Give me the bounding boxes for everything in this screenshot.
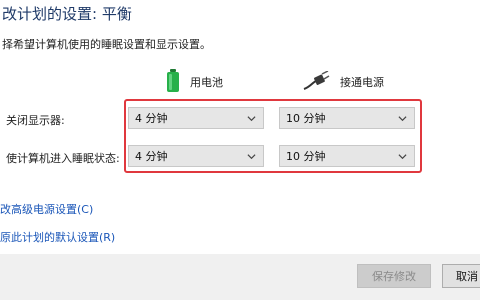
save-changes-button[interactable]: 保存修改	[357, 264, 431, 288]
select-value: 10 分钟	[286, 150, 326, 163]
chevron-down-icon	[247, 115, 256, 121]
column-header-plugged: 接通电源	[302, 69, 384, 94]
chevron-down-icon	[247, 153, 256, 159]
advanced-power-settings-link[interactable]: 改高级电源设置(C)	[0, 201, 93, 217]
sleep-battery-select[interactable]: 4 分钟	[128, 145, 264, 167]
display-off-battery-select[interactable]: 4 分钟	[128, 107, 264, 129]
select-value: 4 分钟	[135, 112, 168, 125]
select-value: 4 分钟	[135, 150, 168, 163]
column-label-plugged: 接通电源	[340, 76, 384, 89]
display-off-plugged-select[interactable]: 10 分钟	[279, 107, 415, 129]
select-value: 10 分钟	[286, 112, 326, 125]
chevron-down-icon	[398, 153, 407, 159]
battery-icon	[166, 68, 180, 96]
display-off-label: 关闭显示器:	[6, 114, 65, 127]
restore-defaults-link[interactable]: 原此计划的默认设置(R)	[0, 229, 115, 245]
power-plug-icon	[302, 69, 330, 94]
page-subtitle: 择希望计算机使用的睡眠设置和显示设置。	[2, 38, 211, 51]
column-header-battery: 用电池	[166, 68, 223, 96]
column-label-battery: 用电池	[190, 76, 223, 89]
page-title: 改计划的设置: 平衡	[2, 5, 132, 23]
chevron-down-icon	[398, 115, 407, 121]
cancel-button[interactable]: 取消	[442, 264, 480, 288]
sleep-plugged-select[interactable]: 10 分钟	[279, 145, 415, 167]
sleep-label: 使计算机进入睡眠状态:	[6, 152, 120, 165]
